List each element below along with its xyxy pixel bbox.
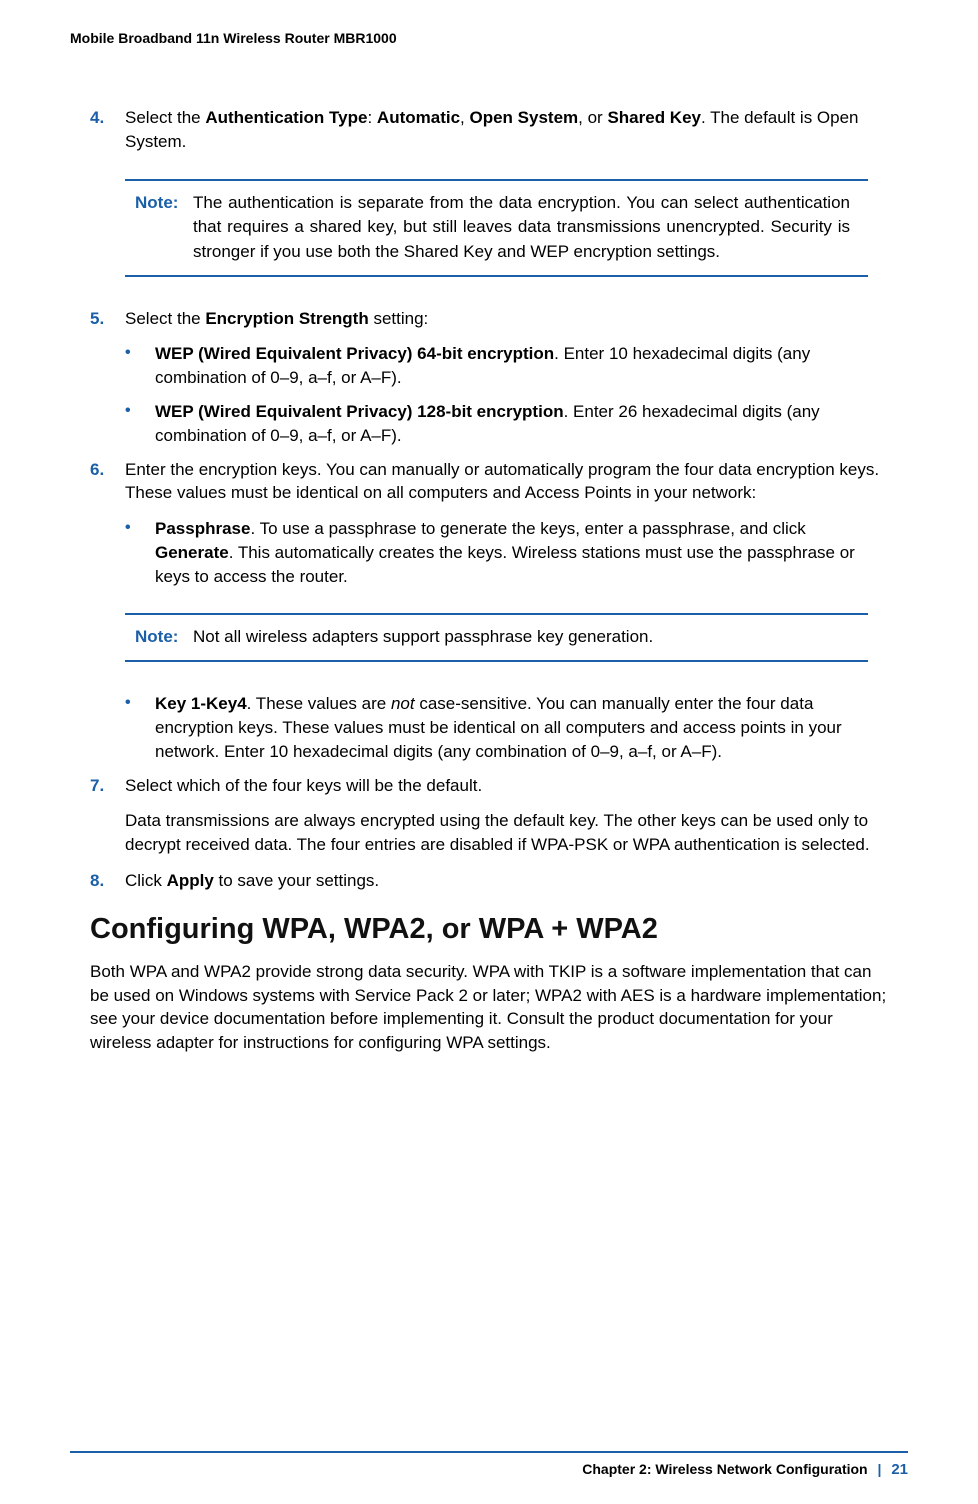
bullet-text: WEP (Wired Equivalent Privacy) 128-bit e… — [155, 400, 888, 448]
apply-label: Apply — [167, 871, 214, 890]
bullet-passphrase: • Passphrase. To use a passphrase to gen… — [125, 517, 888, 588]
step-number: 6. — [90, 458, 125, 506]
note-text: The authentication is separate from the … — [193, 191, 868, 265]
encryption-strength-label: Encryption Strength — [205, 309, 368, 328]
section-heading-wpa: Configuring WPA, WPA2, or WPA + WPA2 — [90, 913, 888, 946]
text: , or — [578, 108, 607, 127]
text: Click — [125, 871, 167, 890]
bullet-text: Passphrase. To use a passphrase to gener… — [155, 517, 888, 588]
text: to save your settings. — [214, 871, 379, 890]
step-text: Enter the encryption keys. You can manua… — [125, 458, 888, 506]
step-7-para: Data transmissions are always encrypted … — [125, 809, 888, 857]
bullet-marker: • — [125, 400, 155, 448]
bullet-marker: • — [125, 342, 155, 390]
step-number: 4. — [90, 106, 125, 154]
footer-chapter: Chapter 2: Wireless Network Configuratio… — [582, 1461, 867, 1477]
note-box-1: Note: The authentication is separate fro… — [125, 179, 868, 277]
text: . These values are — [247, 694, 391, 713]
text: . To use a passphrase to generate the ke… — [250, 519, 805, 538]
step-text: Click Apply to save your settings. — [125, 869, 888, 893]
step-number: 7. — [90, 774, 125, 798]
page-footer: Chapter 2: Wireless Network Configuratio… — [70, 1451, 908, 1478]
bullet-text: WEP (Wired Equivalent Privacy) 64-bit en… — [155, 342, 888, 390]
text: Select the — [125, 108, 205, 127]
bullet-marker: • — [125, 517, 155, 588]
step-number: 5. — [90, 307, 125, 331]
wep-128-label: WEP (Wired Equivalent Privacy) 128-bit e… — [155, 402, 564, 421]
section-para-wpa: Both WPA and WPA2 provide strong data se… — [90, 960, 888, 1055]
option-shared-key: Shared Key — [607, 108, 701, 127]
step-number: 8. — [90, 869, 125, 893]
option-open-system: Open System — [470, 108, 579, 127]
key1-key4-label: Key 1-Key4 — [155, 694, 247, 713]
step-text: Select which of the four keys will be th… — [125, 774, 888, 798]
note-label: Note: — [125, 625, 193, 650]
not-italic: not — [391, 694, 415, 713]
text: , — [460, 108, 469, 127]
note-label: Note: — [125, 191, 193, 265]
footer-separator: | — [878, 1461, 882, 1477]
step-text: Select the Authentication Type: Automati… — [125, 106, 888, 154]
text: Select the — [125, 309, 205, 328]
step-text: Select the Encryption Strength setting: — [125, 307, 888, 331]
step-6-bullets-2: • Key 1-Key4. These values are not case-… — [125, 692, 888, 763]
step-6: 6. Enter the encryption keys. You can ma… — [90, 458, 888, 506]
step-8: 8. Click Apply to save your settings. — [90, 869, 888, 893]
step-7: 7. Select which of the four keys will be… — [90, 774, 888, 798]
bullet-text: Key 1-Key4. These values are not case-se… — [155, 692, 888, 763]
text: . This automatically creates the keys. W… — [155, 543, 855, 586]
footer-page-number: 21 — [891, 1461, 908, 1478]
bullet-key1-key4: • Key 1-Key4. These values are not case-… — [125, 692, 888, 763]
generate-label: Generate — [155, 543, 229, 562]
step-5-bullets: • WEP (Wired Equivalent Privacy) 64-bit … — [125, 342, 888, 447]
step-5: 5. Select the Encryption Strength settin… — [90, 307, 888, 331]
page-content: 4. Select the Authentication Type: Autom… — [70, 106, 908, 1055]
page-header: Mobile Broadband 11n Wireless Router MBR… — [70, 30, 908, 46]
bullet-wep-128: • WEP (Wired Equivalent Privacy) 128-bit… — [125, 400, 888, 448]
step-6-bullets: • Passphrase. To use a passphrase to gen… — [125, 517, 888, 588]
text: : — [367, 108, 376, 127]
wep-64-label: WEP (Wired Equivalent Privacy) 64-bit en… — [155, 344, 554, 363]
text: setting: — [369, 309, 429, 328]
step-4: 4. Select the Authentication Type: Autom… — [90, 106, 888, 154]
note-text: Not all wireless adapters support passph… — [193, 625, 868, 650]
auth-type-label: Authentication Type — [205, 108, 367, 127]
bullet-marker: • — [125, 692, 155, 763]
bullet-wep-64: • WEP (Wired Equivalent Privacy) 64-bit … — [125, 342, 888, 390]
note-box-2: Note: Not all wireless adapters support … — [125, 613, 868, 662]
passphrase-label: Passphrase — [155, 519, 250, 538]
option-automatic: Automatic — [377, 108, 460, 127]
